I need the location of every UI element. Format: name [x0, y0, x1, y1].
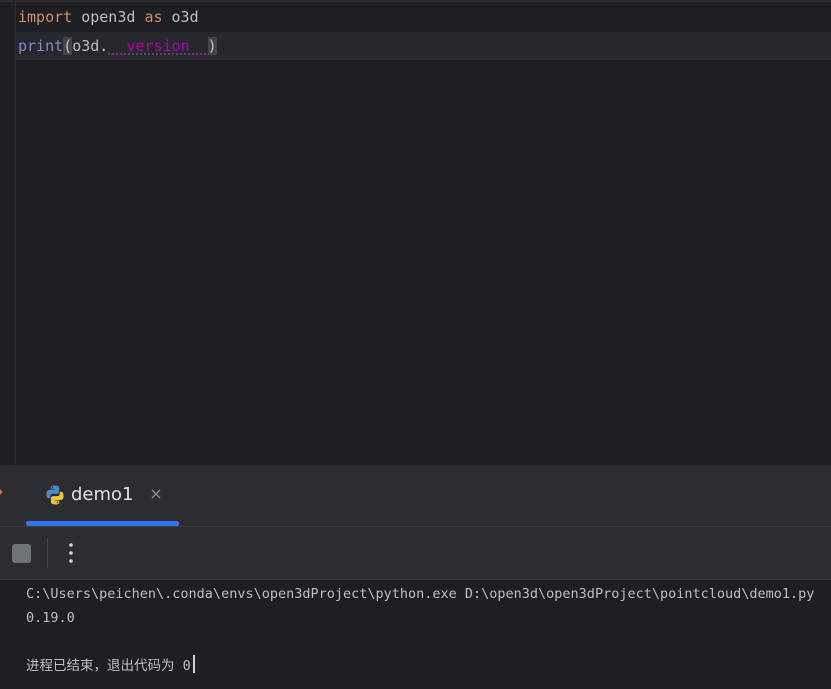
code-line-2[interactable]: print(o3d.__version__)	[18, 32, 217, 60]
dunder-attribute: __version__	[108, 37, 208, 55]
builtin-print: print	[18, 37, 64, 55]
open-paren: (	[63, 37, 73, 55]
active-tab-indicator	[26, 521, 179, 526]
more-vertical-icon[interactable]	[62, 540, 80, 566]
console-exit-line: 进程已结束，退出代码为 0	[26, 655, 195, 676]
keyword-as: as	[144, 8, 163, 26]
run-console[interactable]: C:\Users\peichen\.conda\envs\open3dProje…	[0, 580, 831, 689]
editor-top-border	[0, 0, 831, 2]
code-line-1[interactable]: import open3d as o3d	[18, 3, 199, 31]
module-alias: o3d	[162, 8, 199, 26]
close-paren: )	[207, 37, 217, 55]
run-tab-demo1[interactable]: demo1 ×	[26, 465, 179, 526]
text-caret	[192, 655, 195, 673]
code-editor[interactable]: import open3d as o3d print(o3d.__version…	[0, 0, 831, 465]
gutter-divider	[15, 0, 16, 465]
stop-icon[interactable]	[12, 544, 31, 563]
keyword-import: import	[18, 8, 73, 26]
python-icon	[46, 485, 64, 505]
run-tool-window-header: demo1 ×	[0, 465, 831, 527]
object-ref: o3d.	[72, 37, 109, 55]
module-name: open3d	[72, 8, 145, 26]
exit-message: 进程已结束，退出代码为 0	[26, 658, 191, 674]
console-command-line: C:\Users\peichen\.conda\envs\open3dProje…	[26, 586, 815, 602]
tab-label: demo1	[71, 484, 134, 505]
close-icon[interactable]: ×	[147, 485, 165, 503]
run-toolbar	[0, 527, 831, 580]
toolbar-divider	[47, 538, 48, 568]
console-output-line: 0.19.0	[26, 610, 75, 626]
